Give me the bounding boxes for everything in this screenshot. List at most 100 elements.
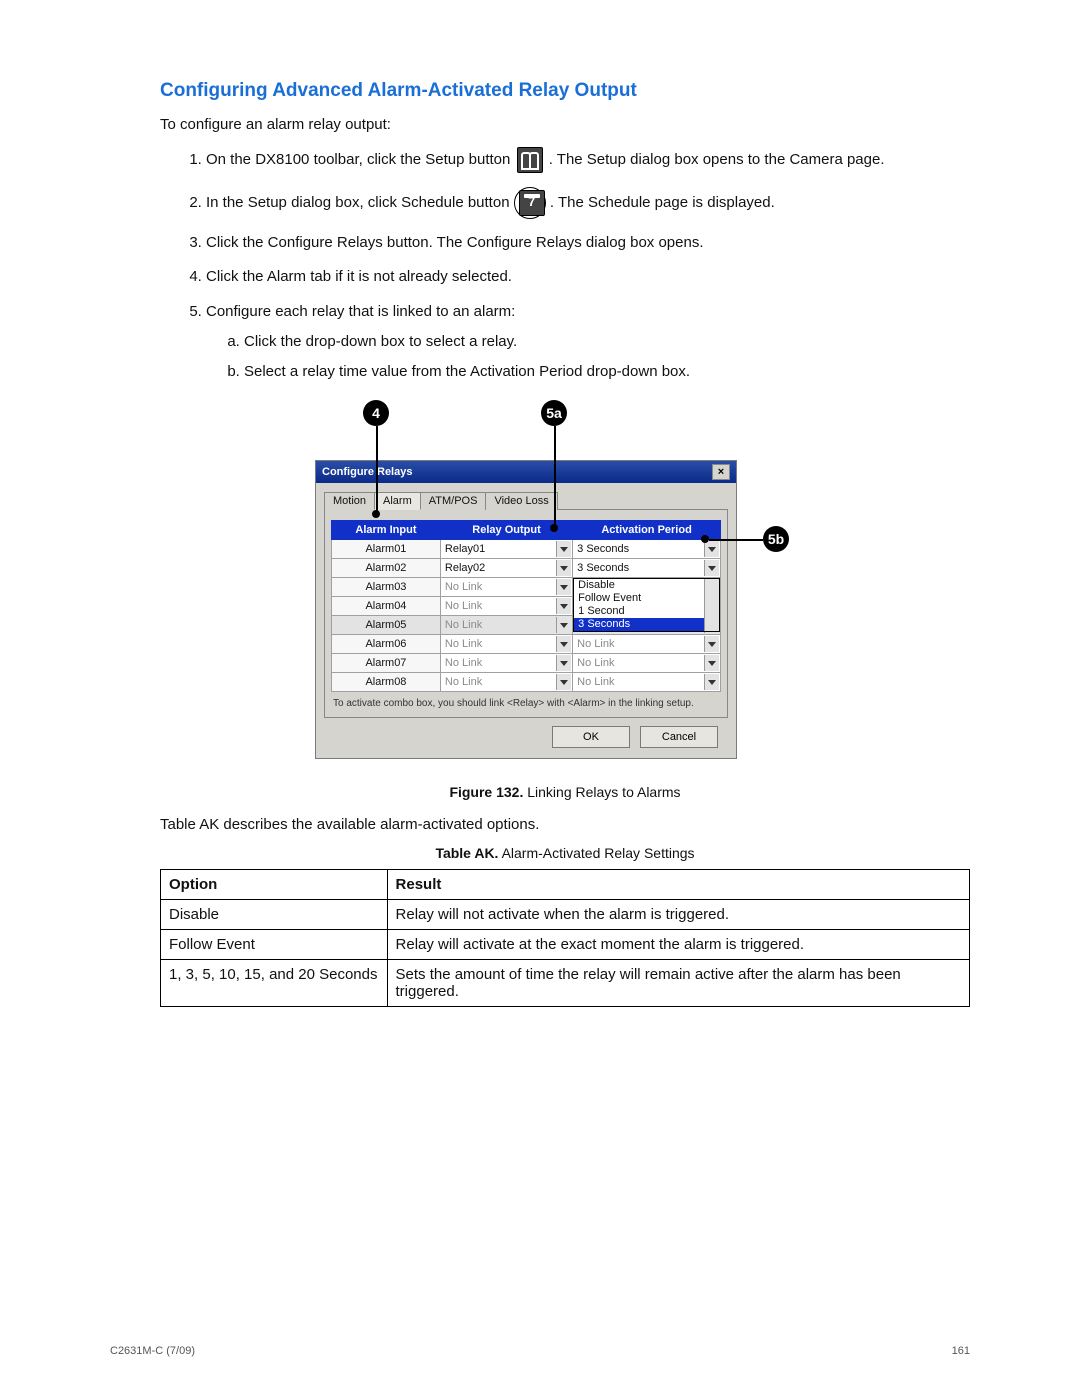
grid-row: Alarm06 No Link No Link: [332, 635, 721, 654]
grid-row: Alarm03 No Link Disable Follow Event 1 S…: [332, 578, 721, 597]
intro-text: To configure an alarm relay output:: [160, 116, 970, 133]
chevron-down-icon[interactable]: [556, 674, 571, 690]
chevron-down-icon[interactable]: [556, 579, 571, 595]
chevron-down-icon[interactable]: [704, 560, 719, 576]
activation-period-dropdown-open[interactable]: Disable Follow Event 1 Second 3 Seconds: [573, 578, 721, 616]
procedure-list: On the DX8100 toolbar, click the Setup b…: [160, 147, 970, 382]
step-2-text-a: In the Setup dialog box, click Schedule …: [206, 194, 514, 211]
configure-relays-dialog: Configure Relays × Motion Alarm ATM/POS …: [315, 460, 737, 759]
alarm-cell: Alarm01: [332, 540, 441, 559]
tab-alarm[interactable]: Alarm: [374, 492, 421, 510]
relay-output-dropdown[interactable]: No Link: [440, 616, 572, 635]
substep-list: Click the drop-down box to select a rela…: [206, 332, 970, 383]
period-value: 3 Seconds: [577, 543, 629, 555]
annotated-screenshot: 4 5a 5b Configure Relays × Motion Alarm: [315, 400, 815, 770]
option-cell: 1, 3, 5, 10, 15, and 20 Seconds: [161, 960, 388, 1007]
dropdown-option[interactable]: Disable: [574, 579, 719, 592]
callout-5a-label: 5a: [546, 405, 562, 421]
figure-text: Linking Relays to Alarms: [523, 784, 680, 800]
activation-period-dropdown[interactable]: No Link: [573, 673, 721, 692]
chevron-down-icon[interactable]: [556, 541, 571, 557]
grid-row: Alarm01 Relay01 3 Seconds: [332, 540, 721, 559]
period-value: No Link: [577, 638, 614, 650]
tab-bar: Motion Alarm ATM/POS Video Loss: [324, 491, 728, 509]
step-4: Click the Alarm tab if it is not already…: [206, 267, 970, 287]
alarm-cell: Alarm06: [332, 635, 441, 654]
table-caption-text: Alarm-Activated Relay Settings: [498, 845, 694, 861]
figure-caption: Figure 132. Linking Relays to Alarms: [160, 784, 970, 800]
step-1-text-b: . The Setup dialog box opens to the Came…: [549, 151, 885, 168]
relay-grid: Alarm Input Relay Output Activation Peri…: [331, 520, 721, 692]
relay-output-dropdown[interactable]: No Link: [440, 635, 572, 654]
schedule-icon-circle: [514, 187, 546, 219]
options-row: Follow Event Relay will activate at the …: [161, 930, 970, 960]
relay-output-dropdown[interactable]: Relay02: [440, 559, 572, 578]
relay-output-dropdown[interactable]: No Link: [440, 597, 572, 616]
chevron-down-icon[interactable]: [556, 636, 571, 652]
activation-period-dropdown[interactable]: 3 Seconds: [573, 559, 721, 578]
dropdown-option[interactable]: Follow Event: [574, 592, 719, 605]
options-head-result: Result: [387, 870, 969, 900]
tab-motion[interactable]: Motion: [324, 492, 375, 510]
cancel-button[interactable]: Cancel: [640, 726, 718, 748]
option-cell: Follow Event: [161, 930, 388, 960]
ok-button[interactable]: OK: [552, 726, 630, 748]
step-2: In the Setup dialog box, click Schedule …: [206, 187, 970, 219]
callout-5b-label: 5b: [768, 531, 784, 547]
callout-5b: 5b: [763, 526, 789, 552]
chevron-down-icon[interactable]: [556, 598, 571, 614]
relay-value: No Link: [445, 676, 482, 688]
setup-icon: [517, 147, 543, 173]
chevron-down-icon[interactable]: [556, 617, 571, 633]
table-description: Table AK describes the available alarm-a…: [160, 816, 970, 833]
alarm-cell: Alarm05: [332, 616, 441, 635]
result-cell: Sets the amount of time the relay will r…: [387, 960, 969, 1007]
relay-value: Relay01: [445, 543, 485, 555]
step-1-text-a: On the DX8100 toolbar, click the Setup b…: [206, 151, 515, 168]
table-caption: Table AK. Alarm-Activated Relay Settings: [160, 845, 970, 861]
table-label: Table AK.: [435, 845, 498, 861]
alarm-cell: Alarm07: [332, 654, 441, 673]
alarm-cell: Alarm08: [332, 673, 441, 692]
activation-period-dropdown[interactable]: No Link: [573, 654, 721, 673]
dialog-title: Configure Relays: [322, 466, 412, 478]
period-value: No Link: [577, 657, 614, 669]
dialog-titlebar: Configure Relays ×: [316, 461, 736, 483]
result-cell: Relay will not activate when the alarm i…: [387, 900, 969, 930]
relay-value: No Link: [445, 600, 482, 612]
dropdown-option-selected[interactable]: 3 Seconds: [574, 618, 719, 631]
col-alarm-input: Alarm Input: [332, 521, 441, 540]
chevron-down-icon[interactable]: [704, 674, 719, 690]
relay-output-dropdown[interactable]: Relay01: [440, 540, 572, 559]
relay-value: No Link: [445, 657, 482, 669]
period-value: No Link: [577, 676, 614, 688]
chevron-down-icon[interactable]: [704, 636, 719, 652]
relay-output-dropdown[interactable]: No Link: [440, 654, 572, 673]
chevron-down-icon[interactable]: [556, 560, 571, 576]
relay-output-dropdown[interactable]: No Link: [440, 673, 572, 692]
step-5a: Click the drop-down box to select a rela…: [244, 332, 970, 352]
chevron-down-icon[interactable]: [556, 655, 571, 671]
options-row: Disable Relay will not activate when the…: [161, 900, 970, 930]
relay-value: No Link: [445, 581, 482, 593]
options-row: 1, 3, 5, 10, 15, and 20 Seconds Sets the…: [161, 960, 970, 1007]
alarm-cell: Alarm03: [332, 578, 441, 597]
result-cell: Relay will activate at the exact moment …: [387, 930, 969, 960]
chevron-down-icon[interactable]: [704, 541, 719, 557]
activation-period-dropdown[interactable]: No Link: [573, 635, 721, 654]
close-icon[interactable]: ×: [712, 464, 730, 480]
scrollbar[interactable]: [704, 579, 719, 631]
dropdown-option[interactable]: 1 Second: [574, 605, 719, 618]
activation-period-dropdown[interactable]: 3 Seconds: [573, 540, 721, 559]
tab-atmpos[interactable]: ATM/POS: [420, 492, 487, 510]
grid-row: Alarm08 No Link No Link: [332, 673, 721, 692]
dropdown-listbox[interactable]: Disable Follow Event 1 Second 3 Seconds: [573, 578, 720, 632]
footer-page-number: 161: [952, 1345, 970, 1357]
grid-row: Alarm07 No Link No Link: [332, 654, 721, 673]
chevron-down-icon[interactable]: [704, 655, 719, 671]
relay-output-dropdown[interactable]: No Link: [440, 578, 572, 597]
callout-5a: 5a: [541, 400, 567, 426]
callout-4-label: 4: [372, 405, 380, 421]
tab-videoloss[interactable]: Video Loss: [485, 492, 557, 510]
step-5b: Select a relay time value from the Activ…: [244, 362, 970, 382]
